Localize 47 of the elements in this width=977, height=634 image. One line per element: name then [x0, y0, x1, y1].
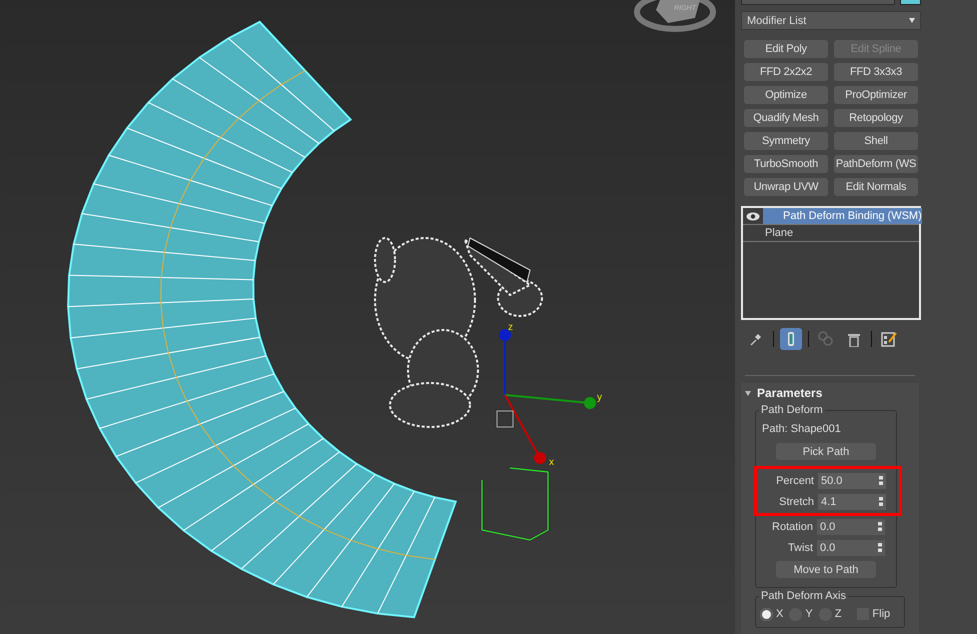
spinner-arrows-icon[interactable] [878, 522, 882, 531]
modifier-button[interactable]: Edit Poly [744, 40, 828, 58]
spinner-arrows-icon[interactable] [878, 543, 882, 552]
spinner-label: Twist [788, 542, 813, 554]
spinner-field[interactable]: 4.1 [818, 494, 886, 510]
radio-label: X [776, 608, 784, 620]
modifier-button[interactable]: FFD 2x2x2 [744, 63, 828, 82]
pick-path-button[interactable]: Pick Path [776, 443, 876, 460]
spinner-arrows-icon[interactable] [879, 497, 883, 506]
modifier-list-dropdown[interactable]: Modifier List [741, 11, 921, 30]
spinner-field[interactable]: 0.0 [817, 518, 885, 534]
modifier-button[interactable]: Unwrap UVW [744, 178, 828, 196]
name-field[interactable] [741, 0, 896, 6]
stack-item[interactable]: Plane [743, 225, 919, 242]
radio-button[interactable] [760, 608, 773, 620]
modifier-button[interactable]: Optimize [744, 86, 828, 104]
radio-label: Z [834, 608, 842, 620]
move-to-path-button[interactable]: Move to Path [776, 561, 876, 578]
spinner-arrows-icon[interactable] [879, 476, 883, 485]
modifier-button[interactable]: Retopology [834, 109, 918, 128]
axis-label: x [549, 457, 554, 468]
spinner-label: Percent [776, 474, 814, 486]
modifier-button[interactable]: TurboSmooth [744, 155, 828, 174]
modifier-button[interactable]: Edit Normals [834, 178, 918, 196]
checkbox-label: Flip [872, 608, 890, 620]
modifier-button[interactable]: Shell [834, 132, 918, 150]
modifier-button[interactable]: PathDeform (WS [834, 155, 918, 174]
triangle-icon [745, 390, 751, 396]
radio-label: Y [805, 608, 813, 620]
modifier-button[interactable]: Symmetry [744, 132, 828, 150]
color-swatch[interactable] [900, 0, 921, 6]
rollout-header[interactable]: Parameters [745, 385, 915, 401]
axis-label: z [508, 322, 513, 333]
rollout-title: Parameters [757, 386, 822, 400]
spinner-label: Rotation [772, 520, 813, 532]
modifier-stack[interactable]: Path Deform Binding (WSM) Plane [741, 206, 921, 320]
spinner-field[interactable]: 0.0 [817, 540, 885, 556]
axis-label: y [597, 392, 602, 403]
gizmo-plane-handle [496, 410, 514, 428]
spinner-field[interactable]: 50.0 [818, 472, 886, 488]
test-tube-icon[interactable] [780, 328, 802, 350]
path-label: Path: Shape001 [762, 423, 842, 435]
caret-icon [909, 18, 915, 24]
modifier-button[interactable]: Quadify Mesh [744, 109, 828, 128]
spinner-label: Stretch [779, 496, 814, 508]
modifier-button[interactable]: ProOptimizer [834, 86, 918, 104]
modifier-button[interactable]: FFD 3x3x3 [834, 63, 918, 82]
